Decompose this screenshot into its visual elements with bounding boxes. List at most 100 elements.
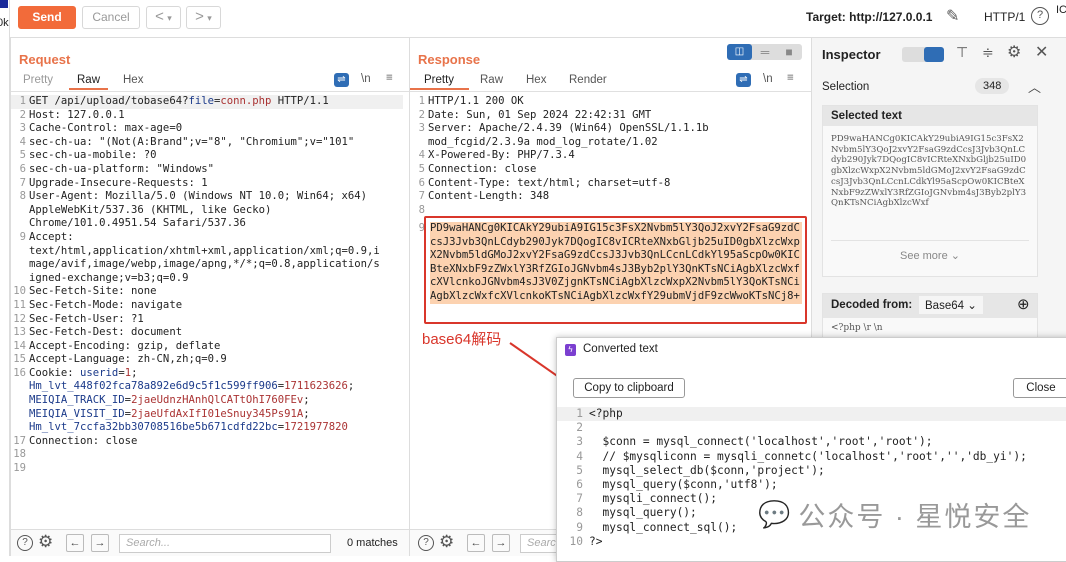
line-number: 4 <box>418 149 425 162</box>
param-name: file <box>188 95 214 107</box>
back-button[interactable]: < ▾ <box>146 6 181 29</box>
layout-stacked-icon[interactable]: ═ <box>753 44 777 60</box>
help-icon[interactable]: ? <box>17 535 33 551</box>
line-text: GET /api/upload/tobase64?file=conn.php H… <box>29 95 329 109</box>
gear-icon[interactable]: ⚙ <box>439 532 454 552</box>
decoded-preview: <?php \r \n <box>831 323 883 333</box>
menu-icon[interactable]: ≡ <box>386 72 393 84</box>
request-editor[interactable]: 1 GET /api/upload/tobase64?file=conn.php … <box>11 95 409 476</box>
forward-icon: > <box>195 8 204 25</box>
layout-toggle: ◫ ═ ■ <box>727 44 802 60</box>
layout-single-icon[interactable]: ■ <box>777 44 801 60</box>
line-number: 13 <box>13 326 26 339</box>
line-text: Sec-Fetch-Dest: document <box>29 326 182 340</box>
forward-button[interactable]: > ▾ <box>186 6 221 29</box>
gear-icon[interactable]: ⚙ <box>38 532 53 552</box>
code-line: 10 ?> <box>557 535 1066 549</box>
decoded-from-label: Decoded from: <box>831 299 913 311</box>
see-more-label: See more <box>900 250 948 262</box>
close-button[interactable]: Close <box>1013 378 1066 398</box>
line-number: 19 <box>13 462 26 475</box>
align-center-icon[interactable]: ≑ <box>982 44 994 61</box>
cancel-button[interactable]: Cancel <box>82 6 140 29</box>
align-top-icon[interactable]: ⊤ <box>956 44 968 61</box>
back-arrow-icon[interactable]: ← <box>467 534 485 552</box>
wrap-lines-icon[interactable]: ⇌ <box>334 73 349 87</box>
collapse-icon[interactable]: ︿ <box>1028 77 1041 96</box>
code-line: 10 Sec-Fetch-Site: none <box>11 285 403 299</box>
code-line: 19 <box>11 462 403 476</box>
forward-arrow-icon[interactable]: → <box>91 534 109 552</box>
tab-hex[interactable]: Hex <box>526 74 546 86</box>
tab-pretty[interactable]: Pretty <box>23 74 53 86</box>
help-icon[interactable]: ? <box>418 535 434 551</box>
wrap-lines-icon[interactable]: ⇌ <box>736 73 751 87</box>
inspector-layout-toggle[interactable] <box>902 47 944 62</box>
see-more-button[interactable]: See more ⌄ <box>831 240 1029 262</box>
code-line: 16 Cookie: userid=1; Hm_lvt_448f02fca78a8… <box>11 367 403 435</box>
code-line: 6 sec-ch-ua-platform: "Windows" <box>11 163 403 177</box>
edge-text: 0k <box>0 17 9 29</box>
help-icon[interactable]: ? <box>1031 7 1049 25</box>
line-text: sec-ch-ua: "(Not(A:Brand";v="8", "Chromi… <box>29 136 354 150</box>
back-arrow-icon[interactable]: ← <box>66 534 84 552</box>
line-number: 3 <box>418 122 425 135</box>
tab-raw[interactable]: Raw <box>69 74 109 90</box>
forward-arrow-icon[interactable]: → <box>492 534 510 552</box>
line-number: 2 <box>418 108 425 121</box>
param-value: conn.php <box>220 95 272 107</box>
response-editor[interactable]: 1 HTTP/1.1 200 OK 2 Date: Sun, 01 Sep 2024 … <box>410 95 811 217</box>
line-number: 4 <box>576 449 583 463</box>
code-line: 15 Accept-Language: zh-CN,zh;q=0.9 <box>11 353 403 367</box>
line-number: 12 <box>13 312 26 325</box>
text-segment: GET /api/upload/tobase64? <box>29 95 189 107</box>
tab-hex[interactable]: Hex <box>123 74 143 86</box>
line-number: 6 <box>576 478 583 492</box>
tab-render[interactable]: Render <box>569 74 607 86</box>
code-line: 18 <box>11 448 403 462</box>
code-line: 7 Upgrade-Insecure-Requests: 1 <box>11 177 403 191</box>
line-text: Sec-Fetch-Site: none <box>29 285 157 299</box>
layout-split-icon[interactable]: ◫ <box>727 44 752 60</box>
line-text: Host: 127.0.0.1 <box>29 109 125 123</box>
code-line: 7 Content-Length: 348 <box>410 190 805 204</box>
selected-text-title: Selected text <box>823 106 1037 126</box>
line-text: Connection: close <box>29 435 137 449</box>
line-number: 17 <box>13 434 26 447</box>
pencil-icon[interactable]: ✎ <box>946 6 959 26</box>
param-value: 1721977820 <box>284 421 348 434</box>
line-number: 1 <box>19 95 26 107</box>
add-decode-icon[interactable]: ⊕ <box>1017 295 1030 313</box>
code-line: 4 sec-ch-ua: "(Not(A:Brand";v="8", "Chrom… <box>11 136 403 150</box>
code-line: 3 Cache-Control: max-age=0 <box>11 122 403 136</box>
burp-logo-icon: ϟ <box>565 344 576 356</box>
code-line: 13 Sec-Fetch-Dest: document <box>11 326 403 340</box>
copy-to-clipboard-button[interactable]: Copy to clipboard <box>573 378 685 398</box>
newline-toggle[interactable]: \n <box>763 73 773 85</box>
text-segment: Cookie: <box>29 366 81 379</box>
tab-raw[interactable]: Raw <box>480 74 503 86</box>
param-value: 2jaeUdnzHAnhQlCATtOhI760FEv <box>131 394 304 407</box>
send-button[interactable]: Send <box>18 6 76 29</box>
text-segment: Sec-Fetch-Site: none <box>29 285 157 298</box>
decoding-select[interactable]: Base64 ⌄ <box>919 296 983 314</box>
line-text: mysqli_connect(); <box>589 492 717 506</box>
chevron-down-icon: ⌄ <box>950 250 960 262</box>
line-number: 1 <box>418 95 425 107</box>
gear-icon[interactable]: ⚙ <box>1007 42 1021 62</box>
code-line: 11 Sec-Fetch-Mode: navigate <box>11 299 403 313</box>
selected-text-content[interactable]: PD9waHANCg0KICAkY29ubiA9IG15c3FsX2Nvbm5l… <box>823 126 1037 232</box>
line-number: 14 <box>13 339 26 352</box>
newline-toggle[interactable]: \n <box>361 73 371 85</box>
line-number: 8 <box>19 190 26 203</box>
text-segment: Upgrade-Insecure-Requests: 1 <box>29 176 208 189</box>
line-text: Date: Sun, 01 Sep 2024 22:42:31 GMT <box>428 108 652 121</box>
search-input[interactable]: Search... <box>119 534 331 553</box>
tab-pretty[interactable]: Pretty <box>410 74 470 90</box>
menu-icon[interactable]: ≡ <box>787 72 794 84</box>
http-version[interactable]: HTTP/1 <box>984 10 1025 24</box>
line-number: 15 <box>13 353 26 366</box>
code-line: 6 mysql_query($conn,'utf8'); <box>557 478 1066 492</box>
line-text: mysql_connect_sql(); <box>589 520 738 534</box>
close-icon[interactable]: ✕ <box>1035 42 1048 62</box>
